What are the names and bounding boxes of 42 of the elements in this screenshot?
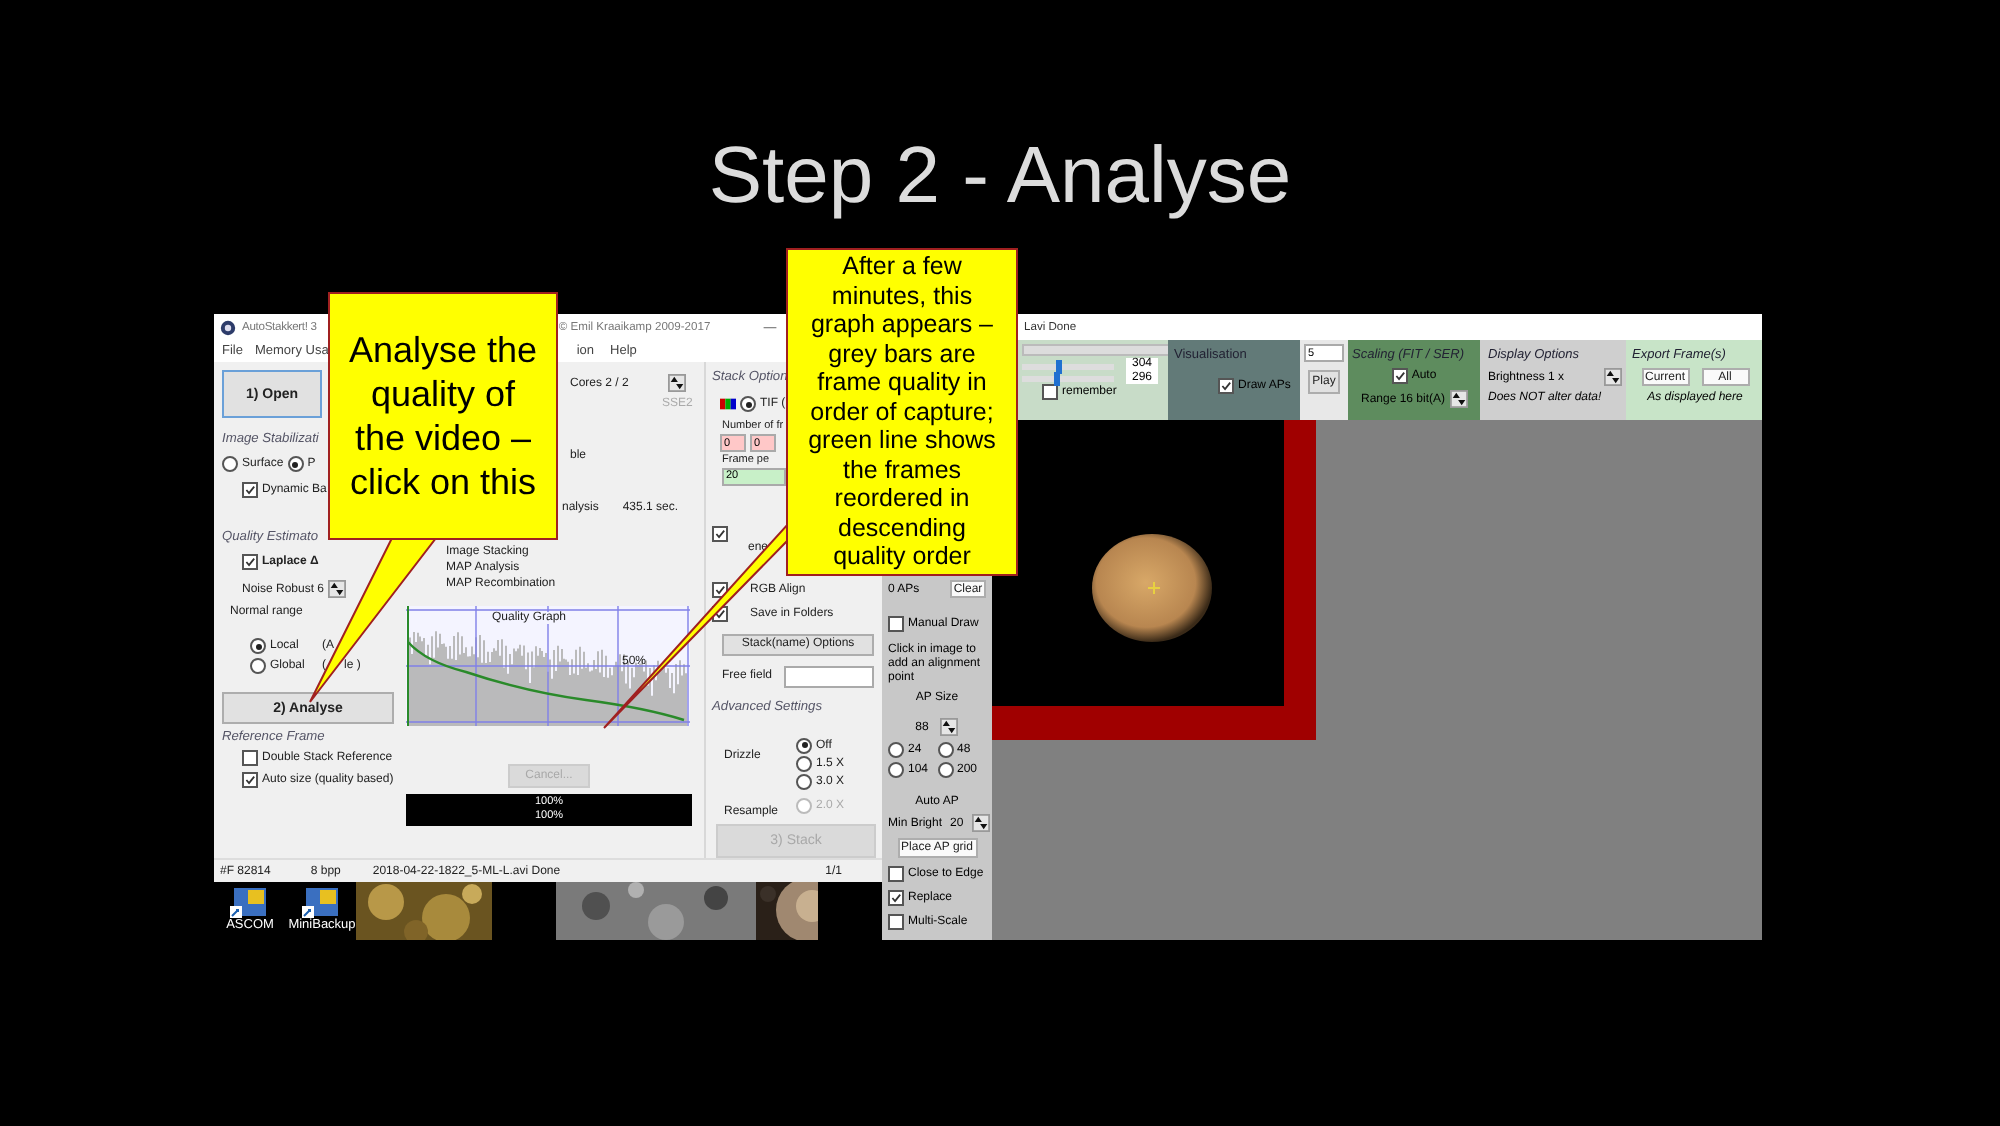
- spinner-icon[interactable]: [940, 718, 959, 736]
- color-channels-icon: [720, 398, 736, 410]
- app-icon: [220, 319, 236, 335]
- radio-button[interactable]: [740, 396, 756, 412]
- spinner-icon[interactable]: [971, 814, 990, 832]
- radio-button[interactable]: [937, 742, 953, 758]
- minimize-icon[interactable]: [762, 322, 778, 332]
- checkbox[interactable]: [888, 890, 904, 906]
- radio-button[interactable]: [937, 762, 953, 778]
- radio-button[interactable]: [888, 742, 904, 758]
- radio-button[interactable]: [250, 658, 266, 674]
- checkbox[interactable]: [1218, 378, 1234, 394]
- checkbox[interactable]: [242, 554, 258, 570]
- checkbox[interactable]: [712, 525, 728, 542]
- spinner-icon[interactable]: [1449, 390, 1468, 408]
- slider-thumb[interactable]: [1056, 360, 1063, 374]
- shortcut-icon[interactable]: [230, 886, 270, 918]
- radio-button[interactable]: [222, 456, 238, 472]
- radio-button[interactable]: [796, 737, 812, 753]
- checkbox[interactable]: [242, 772, 258, 788]
- checkbox[interactable]: [1391, 368, 1408, 384]
- checkbox[interactable]: [712, 581, 728, 598]
- checkbox[interactable]: [242, 750, 258, 766]
- checkbox[interactable]: [1042, 384, 1058, 400]
- radio-button[interactable]: [796, 755, 812, 771]
- slide-title: Step 2 - Analyse: [706, 132, 1294, 222]
- spinner-icon[interactable]: [668, 374, 687, 392]
- radio-button[interactable]: [796, 773, 812, 789]
- radio-button[interactable]: [250, 638, 266, 654]
- free-field-input[interactable]: [784, 665, 875, 687]
- radio-button[interactable]: [287, 456, 304, 472]
- checkbox[interactable]: [888, 866, 904, 882]
- checkbox[interactable]: [242, 482, 258, 498]
- callout: Analyse the quality of the video – click on this: [328, 292, 558, 540]
- shortcut-icon[interactable]: [302, 886, 342, 918]
- slider-thumb[interactable]: [1054, 372, 1061, 386]
- radio-button[interactable]: [888, 762, 904, 778]
- checkbox[interactable]: [888, 914, 904, 930]
- checkbox[interactable]: [888, 616, 904, 632]
- spinner-icon[interactable]: [328, 580, 347, 598]
- callout: After a few minutes, this graph appears – grey bars are frame quality in order of capture; green line shows the frames reordered in descending quality order: [786, 248, 1018, 576]
- spinner-icon[interactable]: [1604, 368, 1622, 386]
